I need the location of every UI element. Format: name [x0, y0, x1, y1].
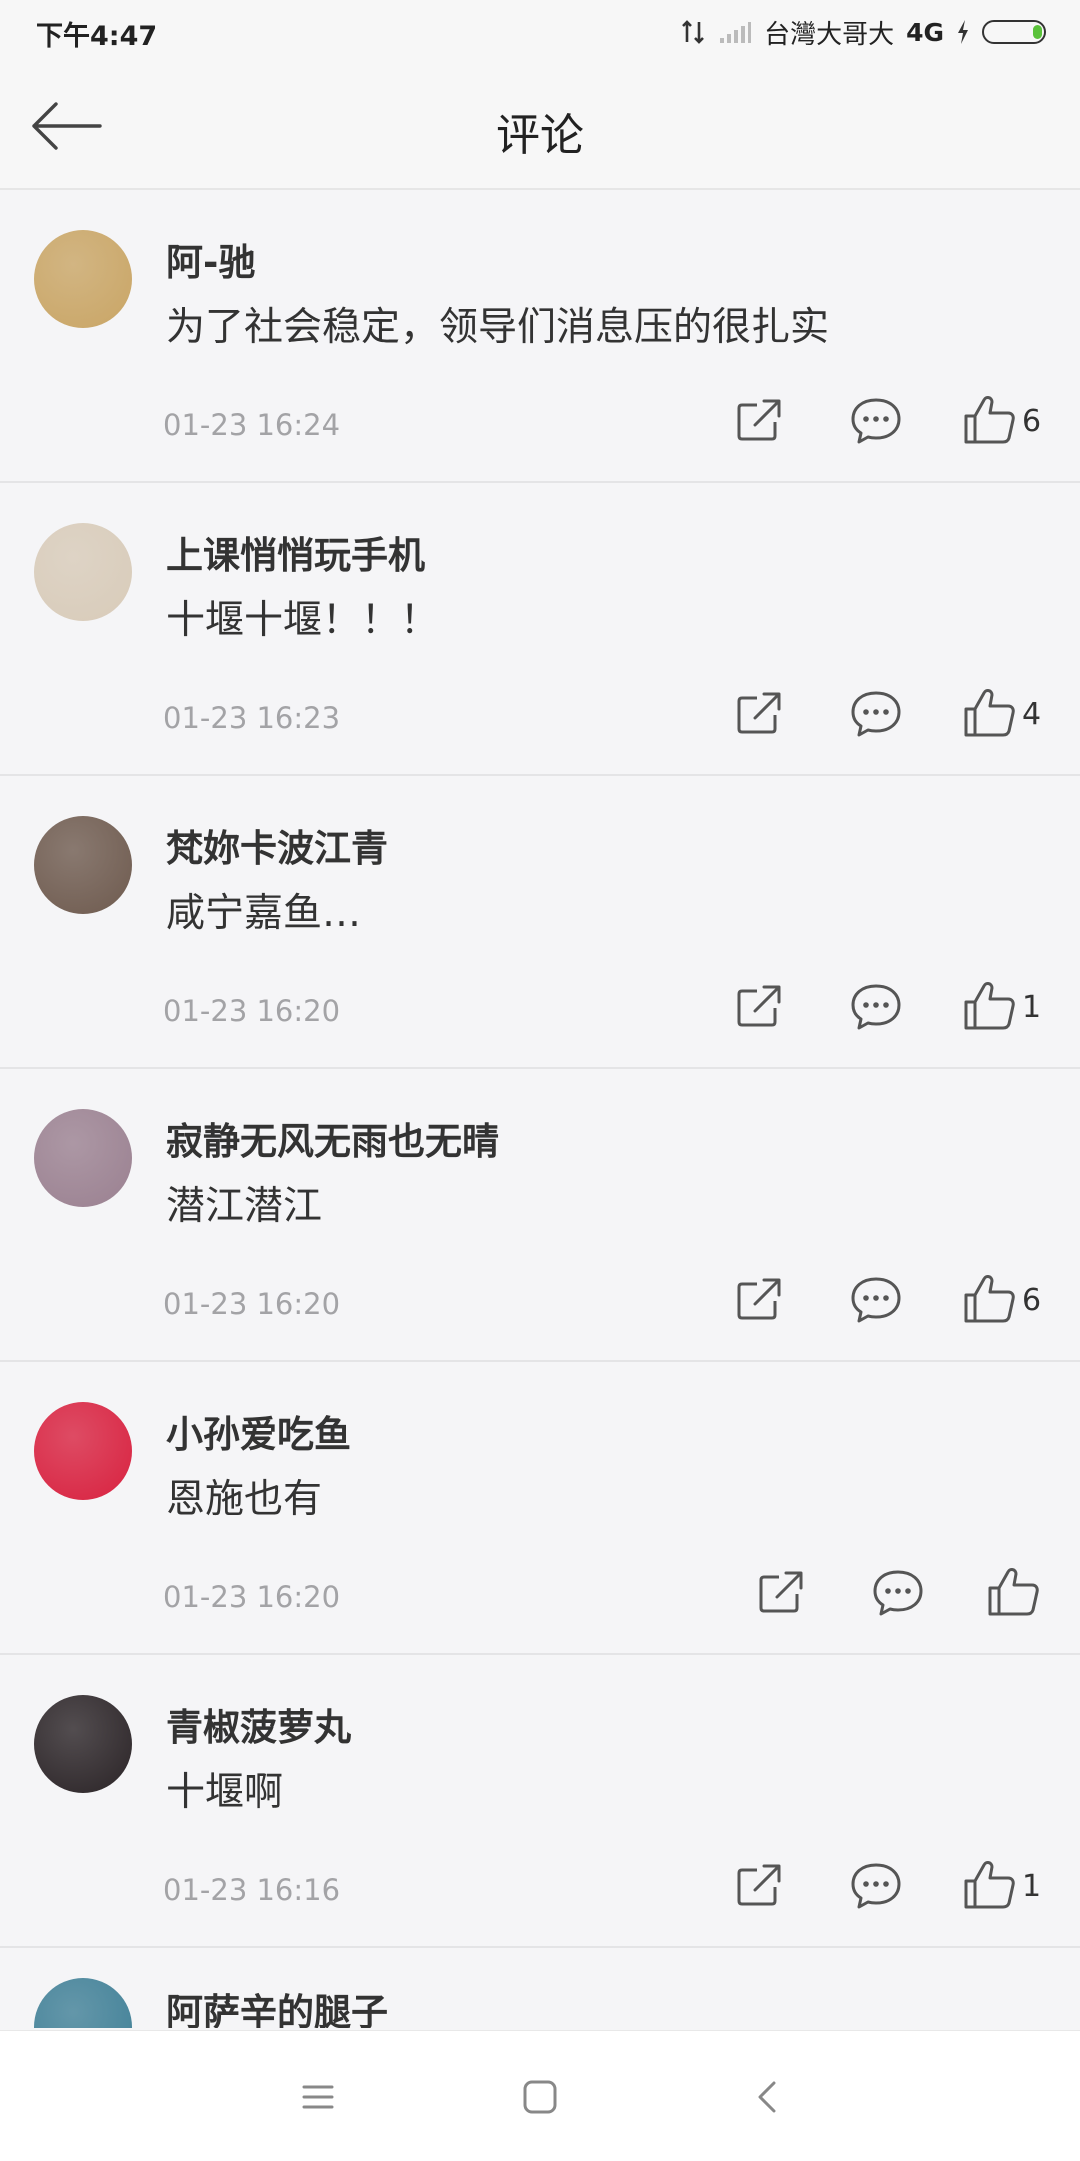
comment-item[interactable]: 小孙爱吃鱼恩施也有 01-23 16:20 [0, 1362, 1080, 1655]
thumbs-up-icon [962, 1857, 1062, 1913]
share-button[interactable] [730, 685, 790, 741]
avatar[interactable] [34, 1978, 132, 2028]
comment-text: 十堰啊 [166, 1770, 284, 1815]
share-icon [730, 685, 790, 741]
comment-username[interactable]: 梵妳卡波江青 [166, 818, 388, 872]
comment-username[interactable]: 小孙爱吃鱼 [166, 1404, 351, 1458]
comment-timestamp: 01-23 16:24 [163, 408, 341, 442]
comment-item[interactable]: 上课悄悄玩手机十堰十堰！！！ 01-23 16:23 4 [0, 483, 1080, 776]
like-count: 6 [1022, 1283, 1042, 1318]
comment-bubble-icon [846, 685, 906, 741]
comment-timestamp: 01-23 16:20 [163, 1287, 341, 1321]
share-button[interactable] [730, 978, 790, 1034]
thumbs-up-icon [962, 685, 1062, 741]
thumbs-up-icon [962, 978, 1062, 1034]
comment-item[interactable]: 青椒菠萝丸十堰啊 01-23 16:16 1 [0, 1655, 1080, 1948]
comment-username[interactable]: 寂静无风无雨也无晴 [166, 1111, 499, 1165]
comment-username[interactable]: 青椒菠萝丸 [166, 1697, 351, 1751]
share-button[interactable] [730, 392, 790, 448]
charging-icon [956, 19, 970, 45]
comment-bubble-icon [846, 1857, 906, 1913]
comment-username[interactable]: 阿-驰 [166, 232, 255, 286]
like-count: 1 [1022, 1869, 1042, 1904]
avatar[interactable] [34, 1695, 132, 1793]
system-navigation-bar [0, 2030, 1080, 2161]
reply-button[interactable] [846, 1271, 906, 1327]
share-icon [730, 1857, 790, 1913]
network-type: 4G [906, 17, 944, 47]
data-transfer-icon [680, 19, 706, 45]
share-icon [730, 978, 790, 1034]
comment-timestamp: 01-23 16:16 [163, 1873, 341, 1907]
comment-list[interactable]: 阿-驰为了社会稳定，领导们消息压的很扎实 01-23 16:24 6 上课悄悄玩手机十… [0, 190, 1080, 2028]
signal-icon [718, 19, 752, 45]
menu-button[interactable] [290, 2069, 346, 2125]
reply-button[interactable] [846, 1857, 906, 1913]
carrier-name: 台灣大哥大 [764, 19, 895, 50]
menu-icon [290, 2069, 346, 2125]
page-title: 评论 [496, 110, 584, 161]
like-button[interactable]: 6 [962, 392, 1062, 448]
like-button[interactable]: 4 [962, 685, 1062, 741]
avatar[interactable] [34, 816, 132, 914]
comment-username[interactable]: 阿萨辛的腿子 [166, 1982, 388, 2028]
comment-bubble-icon [868, 1564, 928, 1620]
reply-button[interactable] [846, 978, 906, 1034]
avatar[interactable] [34, 230, 132, 328]
avatar[interactable] [34, 523, 132, 621]
thumbs-up-icon [962, 1271, 1062, 1327]
comment-bubble-icon [846, 1271, 906, 1327]
battery-level [1033, 25, 1042, 39]
thumbs-up-icon [986, 1564, 1080, 1620]
comment-item[interactable]: 寂静无风无雨也无晴潜江潜江 01-23 16:20 6 [0, 1069, 1080, 1362]
app-header: 评论 [0, 66, 1080, 190]
share-button[interactable] [730, 1271, 790, 1327]
comment-text: 为了社会稳定，领导们消息压的很扎实 [166, 305, 830, 350]
comment-item[interactable]: 阿萨辛的腿子 [0, 1948, 1080, 2028]
like-count: 6 [1022, 404, 1042, 439]
comment-text: 十堰十堰！！！ [166, 598, 440, 643]
comment-timestamp: 01-23 16:20 [163, 994, 341, 1028]
like-button[interactable] [986, 1564, 1080, 1620]
share-button[interactable] [752, 1564, 812, 1620]
share-button[interactable] [730, 1857, 790, 1913]
share-icon [730, 1271, 790, 1327]
like-button[interactable]: 1 [962, 1857, 1062, 1913]
reply-button[interactable] [846, 392, 906, 448]
comment-timestamp: 01-23 16:23 [163, 701, 341, 735]
avatar[interactable] [34, 1109, 132, 1207]
home-button[interactable] [512, 2069, 568, 2125]
like-button[interactable]: 6 [962, 1271, 1062, 1327]
comment-item[interactable]: 梵妳卡波江青咸宁嘉鱼… 01-23 16:20 1 [0, 776, 1080, 1069]
back-nav-button[interactable] [740, 2069, 796, 2125]
comment-timestamp: 01-23 16:20 [163, 1580, 341, 1614]
comment-username[interactable]: 上课悄悄玩手机 [166, 525, 425, 579]
comment-item[interactable]: 阿-驰为了社会稳定，领导们消息压的很扎实 01-23 16:24 6 [0, 190, 1080, 483]
status-time: 下午4:47 [36, 21, 158, 52]
back-chevron-icon [740, 2069, 796, 2125]
reply-button[interactable] [846, 685, 906, 741]
share-icon [730, 392, 790, 448]
comment-bubble-icon [846, 978, 906, 1034]
reply-button[interactable] [868, 1564, 928, 1620]
status-indicators: 台灣大哥大 4G [680, 12, 1046, 52]
comment-bubble-icon [846, 392, 906, 448]
home-square-icon [512, 2069, 568, 2125]
battery-icon [982, 20, 1046, 44]
thumbs-up-icon [962, 392, 1062, 448]
comment-text: 咸宁嘉鱼… [166, 891, 362, 936]
share-icon [752, 1564, 812, 1620]
like-count: 1 [1022, 990, 1042, 1025]
like-button[interactable]: 1 [962, 978, 1062, 1034]
like-count: 4 [1022, 697, 1042, 732]
comment-text: 潜江潜江 [166, 1184, 323, 1229]
avatar[interactable] [34, 1402, 132, 1500]
comment-text: 恩施也有 [166, 1477, 323, 1522]
status-bar: 下午4:47 台灣大哥大 4G [0, 0, 1080, 66]
